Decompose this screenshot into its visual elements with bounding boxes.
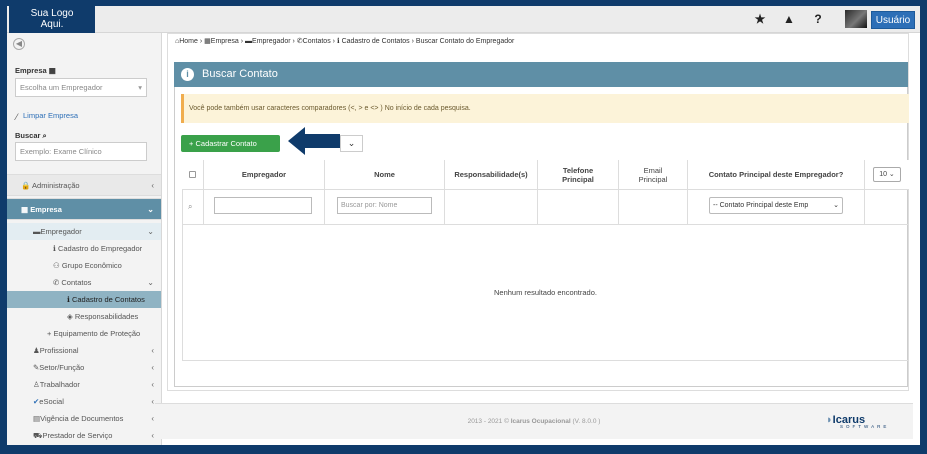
copyright: 2013 - 2021 © Icarus Ocupacional (V. 8.0… [467,418,601,425]
filter-empregador-input[interactable] [214,197,312,214]
lock-icon: 🔒 [21,181,31,190]
buscar-label: Buscar ⌕ [15,131,47,140]
sidebar: ◀ Empresa ▦ Escolha um Empregador ▾ ⁄ Lim… [7,33,162,445]
building-icon: ▦ [204,38,211,45]
menu-prestador-servico[interactable]: ⛟Prestador de Serviço ‹ [7,427,161,444]
menu-cadastro-contatos[interactable]: ℹ Cadastro de Contatos [7,291,161,308]
top-bar: Sua Logo Aqui. ★ ▲ ? Usuário [7,6,920,33]
empresa-label: Empresa ▦ [15,66,56,75]
avatar[interactable] [845,10,867,28]
filter-cell: -- Contato Principal deste Emp ⌄ [688,190,865,225]
breadcrumb-home[interactable]: Home [179,38,198,45]
collapse-sidebar-icon[interactable]: ◀ [13,38,25,50]
panel-header: i Buscar Contato [174,62,908,87]
info-icon: ℹ [67,295,70,304]
chevron-left-icon: ‹ [151,431,154,440]
menu-search-input[interactable]: Exemplo: Exame Clínico [15,142,147,161]
chevron-down-icon: ⌄ [147,227,154,236]
breadcrumb-contatos[interactable]: Contatos [303,38,331,45]
menu-responsabilidades[interactable]: ◈ Responsabilidades [7,308,161,325]
breadcrumb-empregador[interactable]: Empregador [252,38,291,45]
chevron-left-icon: ‹ [151,363,154,372]
chevron-down-icon: ⌄ [147,205,154,214]
group-icon: ⚇ [53,261,60,270]
col-empregador[interactable]: Empregador [204,160,325,190]
select-all-checkbox-header [182,160,204,190]
filter-cell: Buscar por: Nome [325,190,445,225]
filter-cell [445,190,538,225]
col-telefone[interactable]: Telefone Principal [538,160,619,190]
arrow-annotation [288,127,340,155]
user-icon: ♟ [33,346,40,355]
chevron-left-icon: ‹ [151,397,154,406]
warning-icon[interactable]: ▲ [782,12,796,26]
footer: 2013 - 2021 © Icarus Ocupacional (V. 8.0… [155,403,913,439]
info-alert: Você pode também usar caracteres compara… [181,94,909,123]
briefcase-icon: ▬ [33,227,41,236]
chevron-left-icon: ‹ [151,181,154,190]
col-contato-principal[interactable]: Contato Principal deste Empregador? [688,160,865,190]
limpar-empresa-link[interactable]: Limpar Empresa [23,111,78,120]
menu-equipamento-protecao[interactable]: + Equipamento de Proteção [7,325,161,342]
empty-message: Nenhum resultado encontrado. [494,288,597,297]
actions-dropdown-button[interactable]: ⌄ [340,135,363,152]
menu-profissional[interactable]: ♟Profissional ‹ [7,342,161,359]
star-icon[interactable]: ★ [753,12,767,26]
menu-administracao[interactable]: 🔒 Administração ‹ [7,174,161,196]
filter-cell: ⌕ [182,190,204,225]
briefcase-icon: ▬ [245,38,253,45]
plus-icon: + [47,329,52,338]
info-icon: i [181,68,194,81]
select-all-checkbox[interactable] [189,171,196,178]
menu-trabalhador[interactable]: ♙Trabalhador ‹ [7,376,161,393]
breadcrumb: ⌂Home › ▦Empresa › ▬Empregador › ✆Contat… [175,38,515,45]
plus-icon: + [189,139,194,148]
chevron-down-icon: ⌄ [833,198,839,213]
filter-cell [538,190,619,225]
page-size-select[interactable]: 10 ⌄ [873,167,901,182]
menu-cadastro-empregador[interactable]: ℹ Cadastro do Empregador [7,240,161,257]
breadcrumb-cadastro-contatos[interactable]: Cadastro de Contatos [342,38,410,45]
broom-icon: ⁄ [16,112,18,122]
filter-cell [204,190,325,225]
help-icon[interactable]: ? [811,12,825,26]
menu-empregador[interactable]: ▬Empregador ⌄ [7,223,161,240]
chevron-down-icon: ▾ [138,83,142,92]
phone-icon: ✆ [53,278,60,287]
chevron-down-icon: ⌄ [147,278,154,287]
logo[interactable]: Sua Logo Aqui. [9,6,95,33]
info-icon: ℹ [53,244,56,253]
page-size-header: 10 ⌄ [865,160,909,190]
breadcrumb-current: Buscar Contato do Empregador [415,38,515,45]
panel-title: Buscar Contato [202,68,278,80]
building-icon: ▦ [21,205,29,214]
breadcrumb-empresa[interactable]: Empresa [211,38,239,45]
chevron-down-icon: ⌄ [347,138,356,148]
menu-setor-funcao[interactable]: ✎Setor/Função ‹ [7,359,161,376]
col-nome[interactable]: Nome [325,160,445,190]
menu-grupo-economico[interactable]: ⚇ Grupo Econômico [7,257,161,274]
filter-cell [619,190,688,225]
filter-nome-input[interactable]: Buscar por: Nome [337,197,432,214]
col-responsabilidades[interactable]: Responsabilidade(s) [445,160,538,190]
menu-vigencia-documentos[interactable]: ▤Vigência de Documentos ‹ [7,410,161,427]
user-button[interactable]: Usuário [871,11,915,29]
icarus-mark-icon: ◗ [826,414,833,426]
search-icon: ⌕ [188,202,193,211]
info-icon: ℹ [336,38,340,45]
col-email[interactable]: Email Principal [619,160,688,190]
chevron-left-icon: ‹ [151,346,154,355]
menu-esocial[interactable]: ✔eSocial ‹ [7,393,161,410]
person-icon: ♙ [33,380,40,389]
menu-empresa[interactable]: ▦ Empresa ⌄ [7,198,161,220]
empresa-select[interactable]: Escolha um Empregador ▾ [15,78,147,97]
menu-contatos[interactable]: ✆ Contatos ⌄ [7,274,161,291]
cadastrar-contato-button[interactable]: + Cadastrar Contato [181,135,280,152]
chevron-left-icon: ‹ [151,414,154,423]
diamond-icon: ◈ [67,312,73,321]
filter-contato-principal-select[interactable]: -- Contato Principal deste Emp ⌄ [709,197,843,214]
chevron-left-icon: ‹ [151,380,154,389]
filter-cell [865,190,909,225]
icarus-logo: ◗Icarus SOFTWARE [826,414,890,429]
